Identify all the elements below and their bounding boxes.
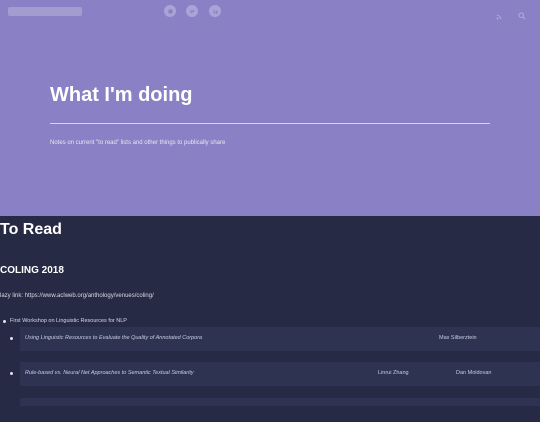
conference-heading: COLING 2018: [0, 265, 64, 276]
rss-icon[interactable]: [496, 7, 504, 20]
page-title: What I'm doing: [50, 84, 193, 106]
paper-author: Max Silberztein: [439, 335, 477, 341]
paper-list-item: Rule-based vs. Neural Net Approaches to …: [0, 362, 540, 386]
paper-row[interactable]: Rule-based vs. Neural Net Approaches to …: [20, 362, 540, 386]
bullet-icon: [3, 320, 6, 323]
paper-author: Linrui Zhang: [378, 370, 409, 376]
paper-title[interactable]: Rule-based vs. Neural Net Approaches to …: [25, 370, 194, 376]
workshop-label: First Workshop on Linguistic Resources f…: [10, 318, 127, 324]
section-heading-to-read: To Read: [0, 221, 62, 238]
title-divider: [50, 123, 490, 124]
paper-author: Dan Moldovan: [456, 370, 492, 376]
linkedin-icon[interactable]: [209, 5, 221, 17]
page-subtitle: Notes on current "to read" lists and oth…: [50, 140, 226, 146]
bullet-icon: [10, 337, 13, 340]
bullet-icon: [10, 372, 13, 375]
paper-row[interactable]: Using Linguistic Resources to Evaluate t…: [20, 327, 540, 351]
venue-link[interactable]: lazy link: https://www.aclweb.org/anthol…: [0, 293, 154, 299]
twitter-icon[interactable]: [186, 5, 198, 17]
paper-title[interactable]: Using Linguistic Resources to Evaluate t…: [25, 335, 202, 341]
hero-banner: What I'm doing Notes on current "to read…: [0, 0, 540, 216]
github-icon[interactable]: [164, 5, 176, 17]
site-brand[interactable]: [8, 7, 82, 16]
top-navbar: [0, 0, 540, 24]
search-icon[interactable]: [518, 7, 526, 20]
paper-list-item: Using Linguistic Resources to Evaluate t…: [0, 327, 540, 351]
paper-list-item: [0, 398, 540, 422]
